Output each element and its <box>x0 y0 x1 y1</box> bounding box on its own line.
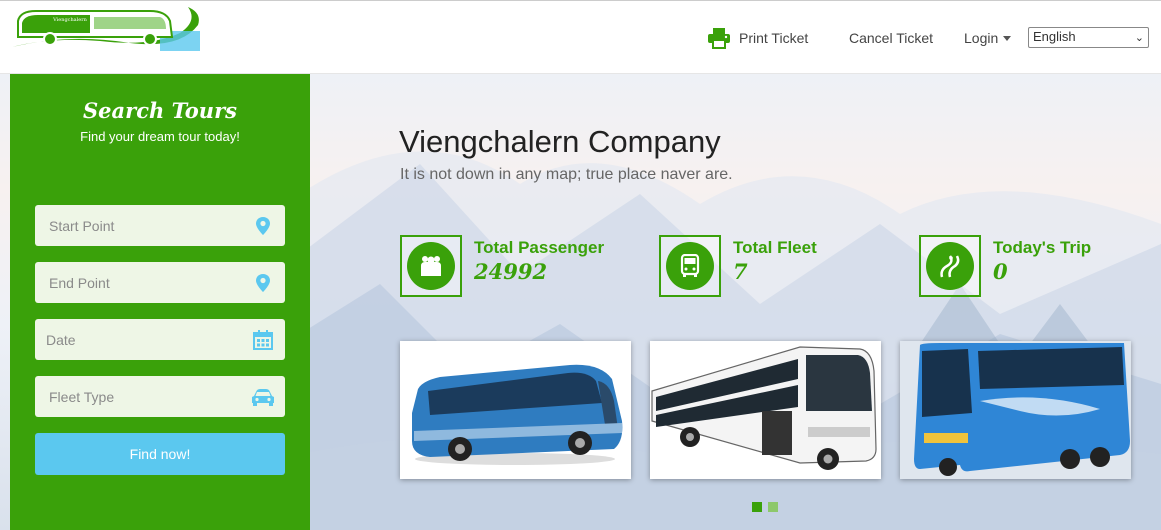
stat-icon-frame <box>400 235 462 297</box>
bus-image-card[interactable] <box>900 341 1131 479</box>
bus-icon <box>666 242 714 290</box>
date-field[interactable] <box>35 319 285 360</box>
language-select[interactable]: English ⌄ <box>1028 27 1149 48</box>
stat-value: 0 <box>993 259 1008 284</box>
search-subtitle: Find your dream tour today! <box>80 129 240 144</box>
white-double-deck-bus-image <box>650 341 881 479</box>
start-point-field[interactable] <box>35 205 285 246</box>
end-point-field[interactable] <box>35 262 285 303</box>
language-value: English <box>1033 29 1076 44</box>
carousel-dot-2[interactable] <box>768 502 778 512</box>
print-ticket-label: Print Ticket <box>739 30 809 46</box>
stat-icon-frame <box>919 235 981 297</box>
login-label: Login <box>964 30 999 46</box>
login-dropdown[interactable]: Login <box>964 1 1012 75</box>
print-ticket-link[interactable]: Print Ticket <box>707 1 808 75</box>
map-pin-icon <box>253 273 273 293</box>
stat-label: Total Passenger <box>474 238 605 257</box>
fleet-type-field[interactable] <box>35 376 285 417</box>
stat-total-passenger: Total Passenger 24992 <box>400 235 630 297</box>
company-name: Viengchalern Company <box>399 124 721 159</box>
passenger-icon <box>407 242 455 290</box>
stat-icon-frame <box>659 235 721 297</box>
stat-value: 24992 <box>474 259 548 284</box>
blue-coach-bus-image <box>400 341 631 479</box>
bus-image-card[interactable] <box>650 341 881 479</box>
fleet-type-input[interactable] <box>35 376 285 417</box>
car-icon <box>251 387 275 407</box>
map-pin-icon <box>253 216 273 236</box>
blue-painted-bus-image <box>900 341 1131 479</box>
date-input[interactable] <box>35 319 285 360</box>
stat-label: Today's Trip <box>993 238 1092 257</box>
carousel-indicators <box>752 502 778 512</box>
company-tagline: It is not down in any map; true place na… <box>400 166 733 183</box>
calendar-icon <box>253 330 273 350</box>
stat-value: 7 <box>733 259 748 284</box>
chevron-down-icon: ⌄ <box>1134 32 1144 44</box>
logo-text: Viengchalern <box>53 17 87 23</box>
search-panel: Search Tours Find your dream tour today! <box>10 74 310 530</box>
search-title: Search Tours <box>83 98 237 123</box>
caret-down-icon <box>1003 35 1012 41</box>
top-header: Viengchalern Print Ticket Cancel Ticket … <box>0 0 1161 74</box>
cancel-ticket-link[interactable]: Cancel Ticket <box>849 1 933 75</box>
find-now-button[interactable]: Find now! <box>35 433 285 475</box>
cancel-ticket-label: Cancel Ticket <box>849 30 934 46</box>
stat-total-fleet: Total Fleet 7 <box>659 235 889 297</box>
end-point-input[interactable] <box>35 262 285 303</box>
printer-icon <box>707 27 731 49</box>
start-point-input[interactable] <box>35 205 285 246</box>
road-icon <box>926 242 974 290</box>
brand-logo[interactable]: Viengchalern <box>10 3 202 51</box>
stat-todays-trip: Today's Trip 0 <box>919 235 1149 297</box>
stat-label: Total Fleet <box>733 238 817 257</box>
bus-image-card[interactable] <box>400 341 631 479</box>
carousel-dot-1[interactable] <box>752 502 762 512</box>
